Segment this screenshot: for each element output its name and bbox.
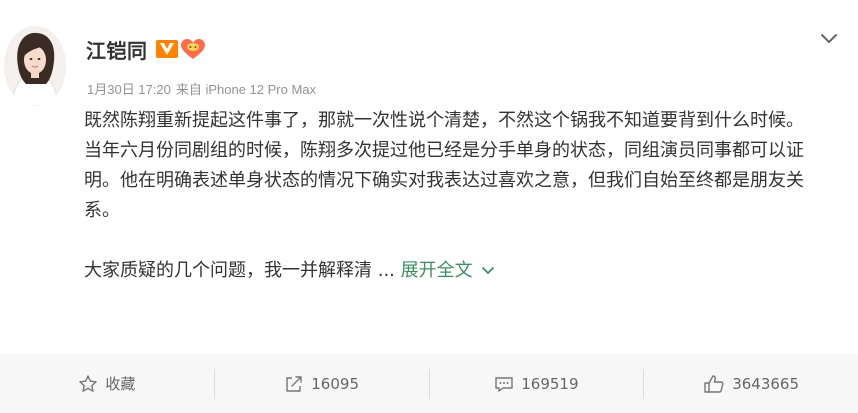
expand-label[interactable]: 展开全文 xyxy=(401,256,473,286)
comment-icon[interactable] xyxy=(494,374,514,394)
author-name[interactable]: 江铠同 xyxy=(86,35,148,64)
post-paragraph-truncated: 大家质疑的几个问题，我一并解释清 ... 展开全文 xyxy=(84,256,834,286)
avatar[interactable] xyxy=(4,26,66,106)
expand-full-text-link[interactable]: 展开全文 xyxy=(401,256,495,286)
repost-count[interactable]: 16095 xyxy=(311,375,359,393)
post-meta: 1月30日 17:20 来自 iPhone 12 Pro Max xyxy=(87,79,321,98)
share-icon[interactable] xyxy=(284,374,304,394)
post-paragraph-2: 当年六月份同剧组的时候，陈翔多次提过他已经是分手单身的状态，同组演员同事都可以证… xyxy=(84,140,804,221)
favorite-button[interactable]: 收藏 xyxy=(0,354,214,413)
weibo-post-card: 江铠同 1月30日 17:20 来自 iPhone 12 Pro Max 既然陈翔… xyxy=(0,0,858,413)
star-icon[interactable] xyxy=(78,374,98,394)
post-source: 来自 iPhone 12 Pro Max xyxy=(175,82,317,97)
expand-chevron-icon[interactable] xyxy=(481,266,495,276)
thumbs-up-icon[interactable] xyxy=(703,374,725,394)
favorite-label[interactable]: 收藏 xyxy=(105,373,135,394)
post-date[interactable]: 1月30日 17:20 xyxy=(87,82,171,97)
repost-button[interactable]: 16095 xyxy=(215,354,429,413)
action-bar: 收藏 16095 169519 3643665 xyxy=(0,354,858,413)
chevron-down-icon[interactable] xyxy=(818,28,840,50)
comment-count[interactable]: 169519 xyxy=(521,375,578,393)
post-paragraph-1: 既然陈翔重新提起这件事了，那就一次性说个清楚，不然这个锅我不知道要背到什么时候。 xyxy=(84,110,804,131)
orange-v-badge-icon[interactable] xyxy=(155,40,178,58)
avatar-photo xyxy=(4,26,66,106)
author-row: 江铠同 xyxy=(86,33,206,65)
truncated-text: 大家质疑的几个问题，我一并解释清 ... xyxy=(84,260,395,281)
post-content: 既然陈翔重新提起这件事了，那就一次性说个清楚，不然这个锅我不知道要背到什么时候。… xyxy=(84,106,834,286)
like-count[interactable]: 3643665 xyxy=(732,375,799,393)
like-button[interactable]: 3643665 xyxy=(644,354,858,413)
comment-button[interactable]: 169519 xyxy=(430,354,644,413)
heart-level-badge-icon[interactable] xyxy=(180,38,206,60)
